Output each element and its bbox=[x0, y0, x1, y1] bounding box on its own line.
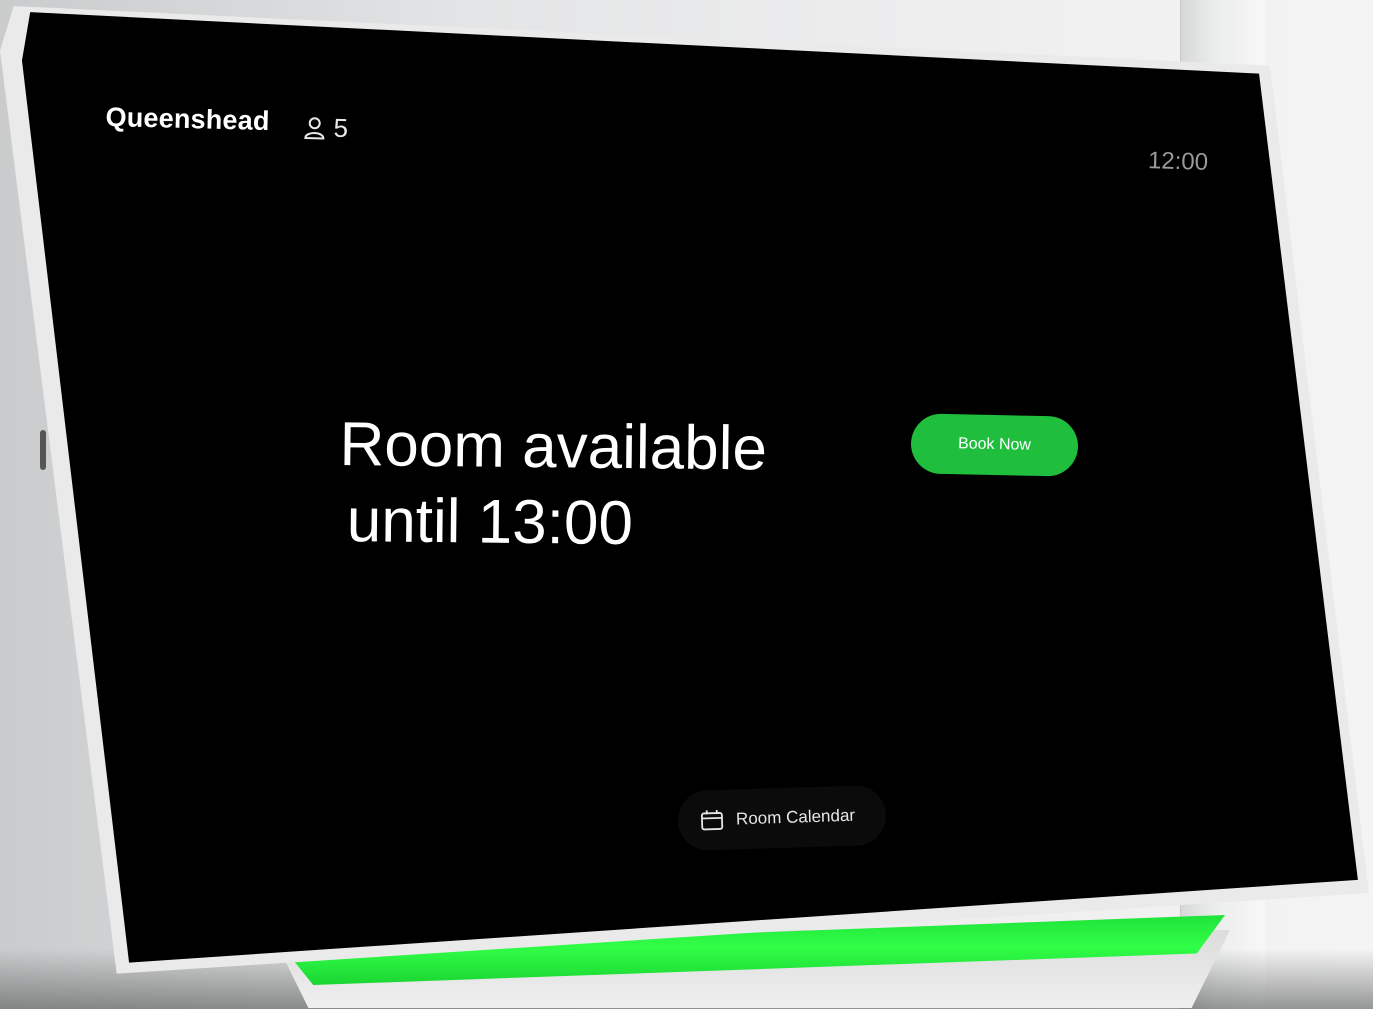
room-name: Queenshead bbox=[105, 102, 271, 136]
room-calendar-button[interactable]: Room Calendar bbox=[677, 784, 887, 852]
availability-status: Room available until 13:00 bbox=[338, 407, 767, 563]
room-calendar-label: Room Calendar bbox=[735, 805, 856, 829]
person-icon bbox=[303, 115, 326, 140]
clock: 12:00 bbox=[1147, 147, 1209, 176]
availability-status-line1: Room available bbox=[339, 409, 768, 484]
calendar-icon bbox=[700, 808, 725, 833]
room-booking-display: Queenshead 5 12:00 Room available until … bbox=[0, 0, 1373, 1009]
book-now-button[interactable]: Book Now bbox=[910, 413, 1079, 477]
availability-status-line2: until 13:00 bbox=[346, 486, 634, 559]
room-capacity: 5 bbox=[303, 112, 348, 144]
capacity-count: 5 bbox=[333, 112, 349, 144]
